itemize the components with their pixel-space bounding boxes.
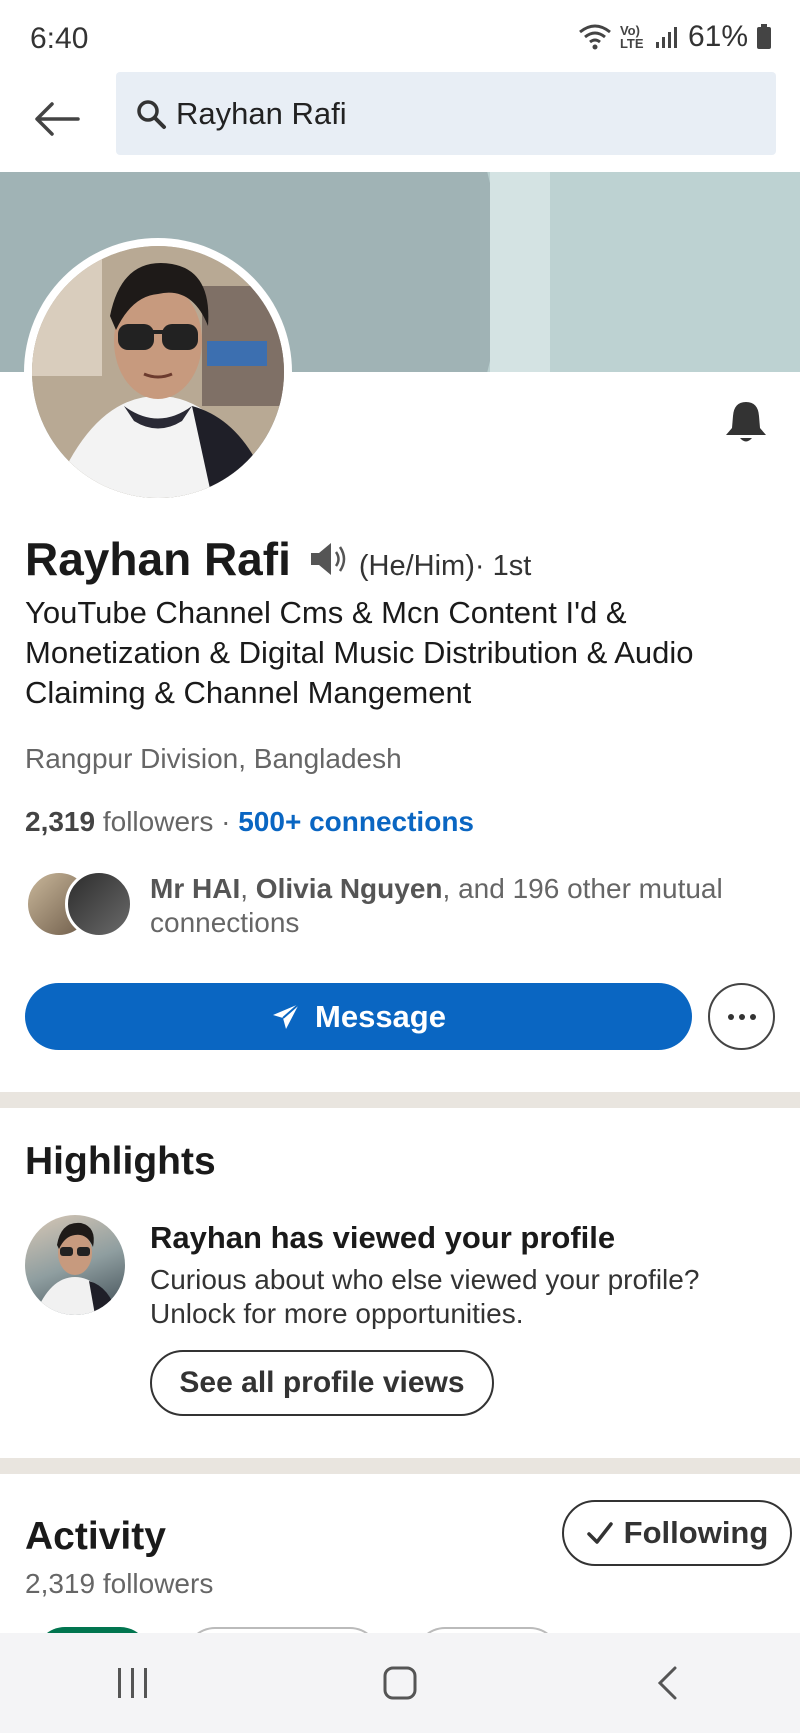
back-button[interactable] bbox=[28, 90, 86, 148]
mutual-name-1: Mr HAI bbox=[150, 873, 241, 904]
activity-followers: 2,319 followers bbox=[25, 1568, 214, 1599]
search-bar[interactable] bbox=[116, 72, 776, 155]
connections-link[interactable]: 500+ connections bbox=[238, 806, 474, 837]
mutual-connections[interactable]: Mr HAI, Olivia Nguyen, and 196 other mut… bbox=[25, 870, 785, 940]
top-nav bbox=[0, 72, 800, 172]
mutual-connections-text: Mr HAI, Olivia Nguyen, and 196 other mut… bbox=[150, 872, 770, 940]
mutual-separator: , bbox=[240, 873, 256, 904]
see-all-profile-views-button[interactable]: See all profile views bbox=[150, 1350, 494, 1416]
following-button[interactable]: Following bbox=[562, 1500, 792, 1566]
message-label: Message bbox=[315, 998, 446, 1034]
following-label: Following bbox=[623, 1515, 769, 1550]
network-type-label: Vo) LTE bbox=[619, 23, 644, 51]
message-button[interactable]: Message bbox=[25, 983, 692, 1050]
avatar-photo bbox=[32, 246, 284, 498]
followers-label: followers · bbox=[95, 806, 239, 837]
profile-name-row: Rayhan Rafi (He/Him) · 1st bbox=[25, 532, 531, 586]
system-back-button[interactable] bbox=[627, 1643, 707, 1723]
pronouns: (He/Him) bbox=[358, 550, 475, 582]
activity-title: Activity bbox=[25, 1515, 166, 1558]
status-bar: 6:40 Vo) LTE 61% bbox=[0, 0, 800, 72]
profile-stats: 2,319 followers · 500+ connections bbox=[25, 806, 474, 838]
bell-icon[interactable] bbox=[722, 398, 770, 446]
recent-apps-button[interactable] bbox=[93, 1643, 173, 1723]
highlight-avatar bbox=[25, 1215, 125, 1315]
battery-percent: 61% bbox=[687, 20, 748, 53]
battery-icon bbox=[757, 24, 771, 49]
more-options-button[interactable] bbox=[708, 983, 775, 1050]
profile-name: Rayhan Rafi bbox=[25, 533, 291, 585]
section-divider bbox=[0, 1092, 800, 1108]
highlights-title: Highlights bbox=[25, 1140, 216, 1183]
signal-icon bbox=[655, 27, 677, 48]
home-button[interactable] bbox=[360, 1643, 440, 1723]
section-divider bbox=[0, 1458, 800, 1474]
send-icon bbox=[273, 1002, 300, 1029]
search-icon bbox=[137, 99, 166, 129]
avatar bbox=[65, 870, 133, 938]
highlight-title: Rayhan has viewed your profile bbox=[150, 1220, 616, 1255]
recent-apps-icon bbox=[118, 1668, 148, 1698]
profile-location: Rangpur Division, Bangladesh bbox=[25, 743, 402, 774]
home-icon bbox=[383, 1666, 417, 1700]
mutual-avatars bbox=[25, 870, 135, 938]
connection-degree: · 1st bbox=[474, 550, 532, 582]
status-icons: Vo) LTE 61% bbox=[578, 20, 772, 54]
back-arrow-icon bbox=[35, 102, 80, 136]
check-icon bbox=[586, 1522, 613, 1544]
wifi-icon bbox=[579, 24, 611, 50]
system-nav-bar bbox=[0, 1633, 800, 1733]
status-time: 6:40 bbox=[30, 22, 89, 55]
mutual-name-2: Olivia Nguyen bbox=[255, 873, 443, 904]
profile-avatar[interactable] bbox=[24, 238, 292, 506]
followers-count: 2,319 bbox=[25, 806, 96, 837]
profile-headline: YouTube Channel Cms & Mcn Content I'd & … bbox=[25, 595, 694, 710]
highlight-body: Curious about who else viewed your profi… bbox=[150, 1264, 700, 1329]
speaker-icon[interactable] bbox=[307, 539, 351, 579]
more-icon bbox=[727, 1013, 756, 1020]
search-input[interactable] bbox=[176, 95, 736, 132]
back-icon bbox=[657, 1666, 677, 1700]
